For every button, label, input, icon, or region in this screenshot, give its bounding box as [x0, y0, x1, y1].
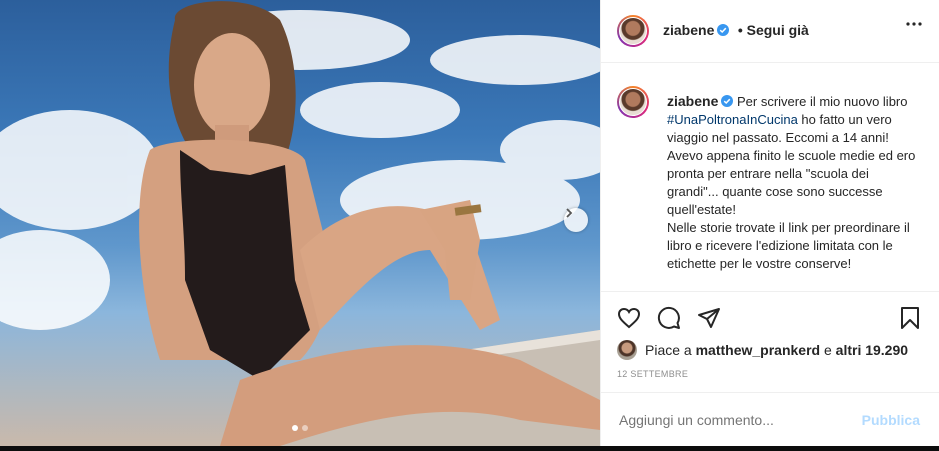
- liker-username[interactable]: matthew_prankerd: [696, 342, 820, 358]
- publish-button[interactable]: Pubblica: [862, 412, 920, 428]
- header-username-wrap: ziabene • Segui già: [663, 22, 809, 40]
- post-photo[interactable]: [0, 0, 600, 446]
- likes-others[interactable]: altri 19.290: [836, 342, 908, 358]
- chevron-right-icon: [566, 208, 573, 218]
- carousel-dot-active: [292, 425, 298, 431]
- caption-username[interactable]: ziabene: [667, 93, 718, 109]
- action-bar: [601, 291, 939, 329]
- comment-input[interactable]: [617, 411, 851, 429]
- comment-box: Pubblica: [601, 392, 939, 447]
- like-heart-icon[interactable]: [617, 306, 641, 330]
- caption-text: ziabene Per scrivere il mio nuovo libro …: [667, 92, 917, 273]
- post-date[interactable]: 12 SETTEMBRE: [617, 369, 688, 379]
- comment-icon[interactable]: [657, 306, 681, 330]
- save-bookmark-icon[interactable]: [898, 306, 922, 330]
- carousel-dot: [302, 425, 308, 431]
- caption-avatar[interactable]: [617, 86, 649, 118]
- post-info-panel: ziabene • Segui già ziabene Per scrivere…: [600, 0, 939, 446]
- more-options-icon[interactable]: [906, 22, 922, 26]
- verified-badge-icon: [717, 24, 730, 36]
- carousel-indicator: [292, 425, 308, 431]
- photo-illustration: [0, 1, 600, 446]
- caption-body-end: ho fatto un vero viaggio nel passato. Ec…: [667, 112, 916, 271]
- caption-body-start: Per scrivere il mio nuovo libro: [736, 94, 908, 109]
- likes-summary: Piace a matthew_prankerd e altri 19.290: [617, 340, 908, 360]
- likes-prefix: Piace a: [645, 342, 692, 358]
- verified-badge-icon: [721, 95, 734, 107]
- bottom-edge: [0, 446, 939, 451]
- caption-hashtag[interactable]: #UnaPoltronaInCucina: [667, 112, 798, 127]
- avatar[interactable]: [617, 15, 649, 47]
- following-status[interactable]: • Segui già: [738, 22, 809, 38]
- post-caption: ziabene Per scrivere il mio nuovo libro …: [617, 86, 917, 273]
- post-header: ziabene • Segui già: [601, 0, 939, 63]
- liker-avatar[interactable]: [617, 340, 637, 360]
- next-slide-button[interactable]: [564, 208, 588, 232]
- share-icon[interactable]: [697, 306, 721, 330]
- likes-connector: e: [823, 342, 832, 358]
- header-username[interactable]: ziabene: [663, 22, 714, 38]
